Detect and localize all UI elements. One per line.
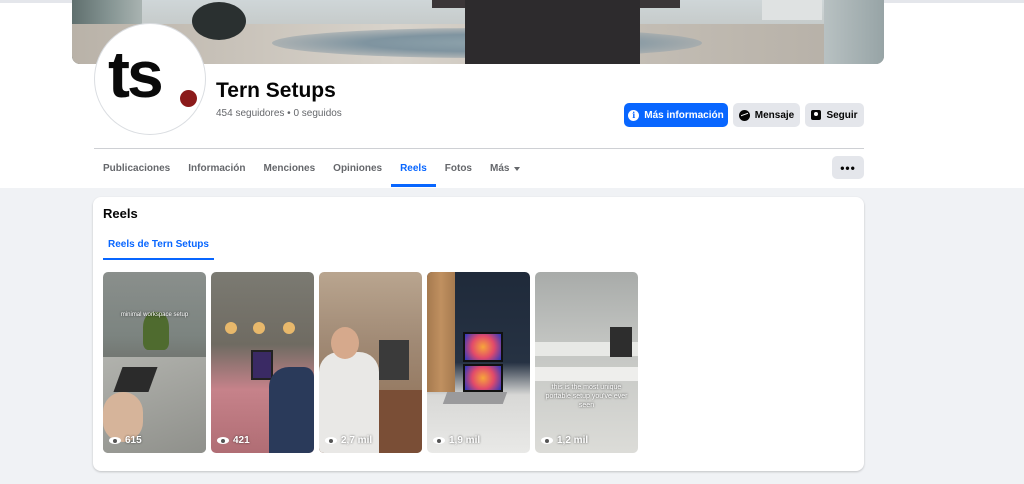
reel-thumbnail[interactable]: this is the most unique portable setup y… [535,272,638,453]
views-count: 615 [125,435,142,446]
tab-opiniones[interactable]: Opiniones [324,150,391,187]
follow-label: Seguir [826,109,858,121]
reel-views: 421 [217,435,250,446]
tab-label: Opiniones [333,163,383,174]
tab-reels[interactable]: Reels [391,150,436,187]
tab-reels-de-tern-setups[interactable]: Reels de Tern Setups [103,228,214,260]
eye-icon [433,437,445,444]
tab-label: Publicaciones [103,163,171,174]
tab-fotos[interactable]: Fotos [436,150,481,187]
eye-icon [325,437,337,444]
reel-caption: minimal workspace setup [120,312,189,318]
reel-thumbnail[interactable]: 2,7 mil [319,272,422,453]
more-info-label: Más información [644,109,724,121]
reel-caption: this is the most unique portable setup y… [545,384,628,409]
message-label: Mensaje [754,109,795,121]
message-button[interactable]: Mensaje [733,103,800,127]
reel-views: 1,2 mil [541,435,588,446]
eye-icon [541,437,553,444]
views-count: 1,9 mil [449,435,481,446]
reels-card: Reels Reels de Tern Setups minimal works… [93,197,864,471]
reel-views: 2,7 mil [325,435,372,446]
eye-icon [217,437,229,444]
tab-label: Fotos [444,163,472,174]
reels-heading: Reels [103,206,138,221]
eye-icon [109,437,121,444]
reel-thumbnail[interactable]: 1,9 mil [427,272,530,453]
caret-down-icon [514,166,521,171]
avatar[interactable]: ts [95,24,205,134]
reel-thumbnail[interactable]: 421 [211,272,314,453]
tab-informacion[interactable]: Información [179,150,254,187]
tab-mas[interactable]: Más [481,150,529,187]
messenger-icon [738,109,750,121]
tab-label: Información [188,163,246,174]
reel-thumbnail[interactable]: minimal workspace setup 615 [103,272,206,453]
tab-label: Reels [400,163,427,174]
tab-label: Menciones [263,163,316,174]
more-info-button[interactable]: i Más información [624,103,728,127]
views-count: 2,7 mil [341,435,373,446]
page-title[interactable]: Tern Setups [216,79,336,103]
followers-count[interactable]: 454 seguidores • 0 seguidos [216,108,342,119]
tab-publicaciones[interactable]: Publicaciones [94,150,179,187]
page-header: ts Tern Setups 454 seguidores • 0 seguid… [0,0,1024,188]
follow-icon [811,110,822,120]
tab-label: Más [489,163,510,174]
reel-views: 615 [109,435,142,446]
reel-views: 1,9 mil [433,435,480,446]
header-divider [94,148,864,149]
views-count: 1,2 mil [557,435,589,446]
profile-tabs: Publicaciones Información Menciones Opin… [94,150,529,187]
tab-menciones[interactable]: Menciones [254,150,324,187]
info-icon: i [628,109,640,121]
views-count: 421 [233,435,250,446]
follow-button[interactable]: Seguir [805,103,864,127]
avatar-logo-dot [180,90,197,107]
avatar-logo-text: ts [108,37,164,111]
more-options-button[interactable]: ••• [832,156,864,179]
